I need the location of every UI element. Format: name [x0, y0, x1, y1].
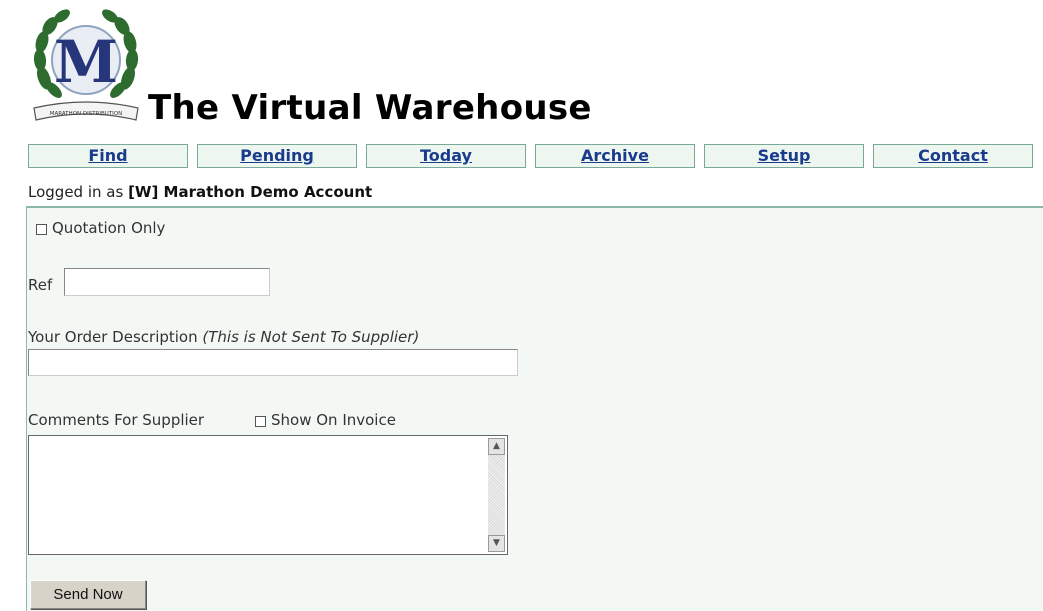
quotation-only-label: Quotation Only — [52, 219, 166, 237]
comments-textarea[interactable]: ▲ ▼ — [28, 435, 508, 555]
nav-pending[interactable]: Pending — [197, 144, 357, 168]
description-label-text: Your Order Description — [28, 328, 198, 346]
nav-contact[interactable]: Contact — [873, 144, 1033, 168]
ref-label: Ref — [28, 276, 53, 294]
send-now-button[interactable]: Send Now — [30, 580, 146, 609]
show-on-invoice-checkbox[interactable] — [255, 416, 266, 427]
nav-archive[interactable]: Archive — [535, 144, 695, 168]
order-form-panel: Quotation Only Ref Your Order Descriptio… — [26, 206, 1043, 611]
ref-input[interactable] — [64, 268, 270, 296]
quotation-only-checkbox[interactable] — [36, 224, 47, 235]
svg-text:M: M — [54, 28, 118, 96]
account-name: [W] Marathon Demo Account — [128, 183, 373, 201]
comments-scrollbar[interactable]: ▲ ▼ — [488, 438, 505, 552]
svg-text:MARATHON DISTRIBUTION: MARATHON DISTRIBUTION — [50, 111, 123, 117]
scroll-down-icon[interactable]: ▼ — [488, 535, 505, 552]
scroll-up-icon[interactable]: ▲ — [488, 438, 505, 455]
show-on-invoice-label: Show On Invoice — [271, 411, 396, 429]
nav-find[interactable]: Find — [28, 144, 188, 168]
description-label: Your Order Description (This is Not Sent… — [28, 328, 419, 346]
nav-setup[interactable]: Setup — [704, 144, 864, 168]
marathon-logo: M MARATHON DISTRIBUTION — [30, 8, 142, 126]
description-input[interactable] — [28, 349, 518, 376]
nav-today[interactable]: Today — [366, 144, 526, 168]
login-prefix: Logged in as — [28, 183, 124, 201]
comments-label: Comments For Supplier — [28, 411, 205, 429]
login-status: Logged in as [W] Marathon Demo Account — [28, 183, 372, 201]
site-title: The Virtual Warehouse — [148, 88, 592, 128]
description-note: (This is Not Sent To Supplier) — [202, 328, 420, 346]
